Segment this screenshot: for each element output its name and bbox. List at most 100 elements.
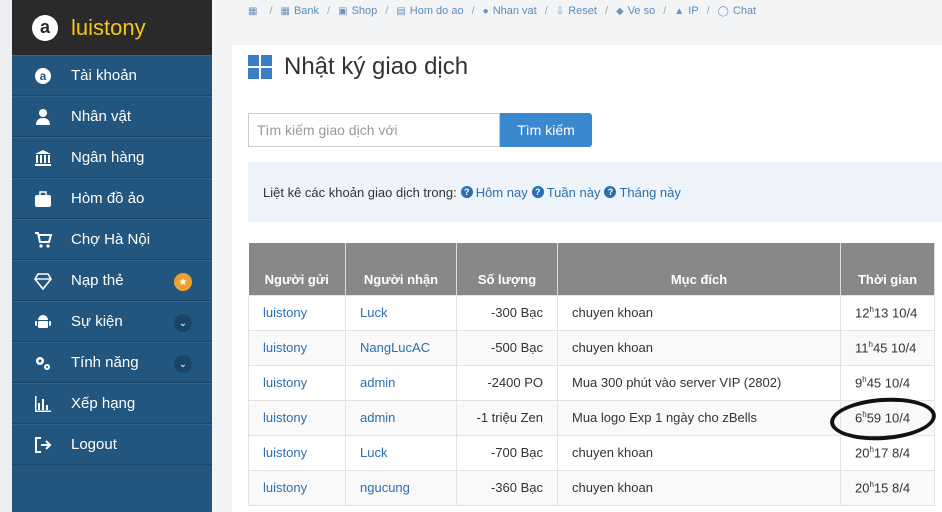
cell-time: 12h13 10/4 [840,294,935,331]
cell-receiver[interactable]: Luck [345,294,457,331]
sidebar-item-nhan-vat[interactable]: Nhân vật [12,96,212,137]
filter-bar: Liệt kê các khoản giao dịch trong: ? Hôm … [248,162,942,222]
filter-link-month[interactable]: ? Tháng này [604,185,681,200]
suitcase-icon [34,190,52,208]
sidebar-item-label: Chợ Hà Nội [71,231,151,248]
sidebar: a luistony a Tài khoản Nhân vật Ngân hàn… [12,0,212,512]
breadcrumb-hom-do-ao[interactable]: ▤ Hom do ao [396,5,463,17]
sidebar-item-hom-do-ao[interactable]: Hòm đồ ảo [12,178,212,219]
sidebar-item-tinh-nang[interactable]: Tính năng ⌄ [12,342,212,383]
breadcrumb-label: Chat [732,5,757,17]
cell-sender[interactable]: luistony [248,469,346,506]
transactions-table: Người gửi Người nhận Số lượng Mục đích T… [248,243,935,506]
breadcrumb-label: Reset [568,5,597,17]
bank-icon: ▦ [280,5,290,17]
chat-icon: ◯ [717,5,729,17]
page-title-text: Nhật ký giao dịch [284,53,469,80]
breadcrumb-separator: / [327,5,331,17]
breadcrumb-shop[interactable]: ▣ Shop [338,5,377,17]
table-row: luistony ngucung -360 Bạc chuyen khoan 2… [248,469,935,506]
col-header-sender[interactable]: Người gửi [248,243,346,295]
chevron-down-icon[interactable]: ⌄ [174,355,192,373]
sidebar-menu: a Tài khoản Nhân vật Ngân hàng Hòm đồ ảo… [12,55,212,465]
gears-icon [34,354,52,372]
breadcrumb-separator: / [471,5,475,17]
user-icon: ● [482,5,489,17]
main-panel: Nhật ký giao dịch Tìm kiếm Liệt kê các k… [232,45,942,512]
sidebar-item-label: Ngân hàng [71,149,145,166]
col-header-time[interactable]: Thời gian [840,243,935,295]
search-button[interactable]: Tìm kiếm [500,113,592,147]
breadcrumb-ve-so[interactable]: ◆ Ve so [616,5,655,17]
breadcrumb-home[interactable]: ▦ [248,6,261,17]
breadcrumb-chat[interactable]: ◯ Chat [718,5,756,17]
cell-sender[interactable]: luistony [248,399,346,436]
question-circle-icon: ? [604,186,617,198]
breadcrumb-label: IP [688,5,699,17]
cell-amount: -500 Bạc [456,329,558,366]
amazon-icon: a [34,67,52,85]
page-title: Nhật ký giao dịch [248,53,468,81]
lock-icon: ▲ [674,5,685,17]
sidebar-item-ngan-hang[interactable]: Ngân hàng [12,137,212,178]
cell-amount: -700 Bạc [456,434,558,471]
sidebar-item-nap-the[interactable]: Nạp thẻ ★ [12,260,212,301]
breadcrumb-reset[interactable]: ⇩ Reset [556,5,597,17]
bank-icon [34,149,52,167]
breadcrumb-separator: / [269,5,273,17]
grid-icon: ▦ [248,5,258,17]
sidebar-item-cho-ha-noi[interactable]: Chợ Hà Nội [12,219,212,260]
cell-sender[interactable]: luistony [248,329,346,366]
col-header-receiver[interactable]: Người nhận [345,243,457,295]
breadcrumb-nhan-vat[interactable]: ● Nhan vat [483,5,537,17]
cart-icon: ▣ [338,5,348,17]
cell-purpose: chuyen khoan [557,469,841,506]
windows-icon [248,55,272,79]
cell-sender[interactable]: luistony [248,294,346,331]
breadcrumb-label: Ve so [627,5,656,17]
bar-chart-icon [34,395,52,413]
sidebar-item-su-kien[interactable]: Sự kiện ⌄ [12,301,212,342]
cell-receiver[interactable]: ngucung [345,469,457,506]
filter-link-today[interactable]: ? Hôm nay [460,185,528,200]
chevron-down-icon[interactable]: ⌄ [174,314,192,332]
question-circle-icon: ? [460,186,473,198]
diamond-icon [34,272,52,290]
svg-text:a: a [40,69,47,83]
sidebar-item-logout[interactable]: Logout [12,424,212,465]
brand[interactable]: a luistony [12,0,212,55]
cell-receiver[interactable]: NangLucAC [345,329,457,366]
filter-link-week[interactable]: ? Tuần này [531,185,600,200]
breadcrumb: ▦ / ▦ Bank / ▣ Shop / ▤ Hom do ao / ● Nhan v… [232,0,756,22]
search-input[interactable] [248,113,500,147]
breadcrumb-label: Nhan vat [492,5,537,17]
cart-icon [34,231,52,249]
breadcrumb-bank[interactable]: ▦ Bank [281,5,320,17]
logout-icon [34,436,52,454]
breadcrumb-separator: / [385,5,389,17]
sidebar-item-tai-khoan[interactable]: a Tài khoản [12,55,212,96]
breadcrumb-ip[interactable]: ▲ IP [674,5,698,17]
search-form: Tìm kiếm [248,113,592,147]
cell-time: 20h17 8/4 [840,434,935,471]
cell-purpose: chuyen khoan [557,434,841,471]
cell-sender[interactable]: luistony [248,434,346,471]
cell-receiver[interactable]: admin [345,364,457,401]
sidebar-item-xep-hang[interactable]: Xếp hạng [12,383,212,424]
sidebar-item-label: Nạp thẻ [71,272,124,289]
col-header-purpose[interactable]: Mục đích [557,243,841,295]
cell-receiver[interactable]: admin [345,399,457,436]
star-icon: ★ [174,273,192,291]
cell-receiver[interactable]: Luck [345,434,457,471]
cell-amount: -300 Bạc [456,294,558,331]
cell-time: 11h45 10/4 [840,329,935,366]
suitcase-icon: ▤ [396,5,406,17]
breadcrumb-separator: / [706,5,710,17]
col-header-amount[interactable]: Số lượng [456,243,558,295]
download-icon: ⇩ [555,5,565,17]
sidebar-item-label: Logout [71,436,117,453]
amazon-logo-icon: a [32,14,58,41]
cell-sender[interactable]: luistony [248,364,346,401]
cell-time: 9h45 10/4 [840,364,935,401]
breadcrumb-label: Hom do ao [409,5,464,17]
